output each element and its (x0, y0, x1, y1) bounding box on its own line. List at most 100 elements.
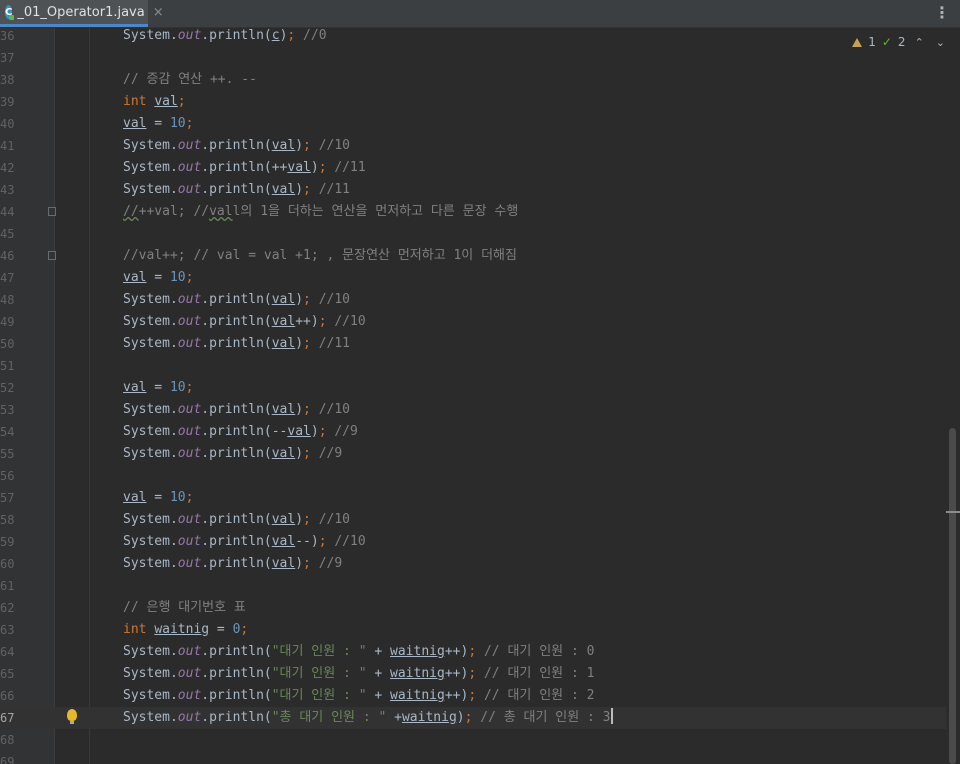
line-number[interactable]: 47 (0, 267, 14, 289)
line-number[interactable]: 40 (0, 113, 14, 135)
code-text[interactable]: System.out.println("대기 인원 : " + waitnig+… (123, 685, 594, 707)
code-line[interactable]: 39 int val; (0, 91, 946, 113)
code-text[interactable]: System.out.println(val); //10 (123, 289, 350, 311)
line-number[interactable]: 66 (0, 685, 14, 707)
code-line[interactable]: 65 System.out.println("대기 인원 : " + waitni… (0, 663, 946, 685)
line-number[interactable]: 43 (0, 179, 14, 201)
previous-highlight-icon[interactable]: ⌃ (912, 36, 927, 49)
line-number[interactable]: 57 (0, 487, 14, 509)
code-line[interactable]: 55 System.out.println(val); //9 (0, 443, 946, 465)
code-line[interactable]: 51 (0, 355, 946, 377)
vertical-scrollbar-thumb[interactable] (949, 428, 956, 764)
code-text[interactable]: val = 10; (123, 377, 193, 399)
lightbulb-icon[interactable] (67, 709, 77, 724)
line-number[interactable]: 64 (0, 641, 14, 663)
code-text[interactable]: System.out.println("대기 인원 : " + waitnig+… (123, 663, 594, 685)
code-text[interactable]: System.out.println(++val); //11 (123, 157, 366, 179)
code-text[interactable]: System.out.println(--val); //9 (123, 421, 358, 443)
code-text[interactable]: int val; (123, 91, 186, 113)
line-number[interactable]: 39 (0, 91, 14, 113)
line-number[interactable]: 41 (0, 135, 14, 157)
code-line[interactable]: 53 System.out.println(val); //10 (0, 399, 946, 421)
code-line[interactable]: 43 System.out.println(val); //11 (0, 179, 946, 201)
line-number[interactable]: 46 (0, 245, 14, 267)
line-number[interactable]: 60 (0, 553, 14, 575)
code-text[interactable]: System.out.println(c); //0 (123, 28, 327, 47)
line-number[interactable]: 36 (0, 28, 14, 47)
line-number[interactable]: 68 (0, 729, 14, 751)
code-line[interactable]: 47 val = 10; (0, 267, 946, 289)
line-number[interactable]: 55 (0, 443, 14, 465)
code-line[interactable]: 52 val = 10; (0, 377, 946, 399)
line-number[interactable]: 63 (0, 619, 14, 641)
code-line[interactable]: 45 (0, 223, 946, 245)
code-text[interactable]: //val++; // val = val +1; , 문장연산 먼저하고 1이… (123, 245, 517, 267)
next-highlight-icon[interactable]: ⌄ (933, 36, 948, 49)
code-line[interactable]: 57 val = 10; (0, 487, 946, 509)
line-number[interactable]: 53 (0, 399, 14, 421)
line-number[interactable]: 54 (0, 421, 14, 443)
code-line[interactable]: 38 // 증감 연산 ++. -- (0, 69, 946, 91)
line-number[interactable]: 56 (0, 465, 14, 487)
line-number[interactable]: 58 (0, 509, 14, 531)
code-line[interactable]: 60 System.out.println(val); //9 (0, 553, 946, 575)
code-line[interactable]: 69 (0, 751, 946, 764)
code-line[interactable]: 54 System.out.println(--val); //9 (0, 421, 946, 443)
code-line[interactable]: 50 System.out.println(val); //11 (0, 333, 946, 355)
code-line[interactable]: 63 int waitnig = 0; (0, 619, 946, 641)
code-editor[interactable]: 36 System.out.println(c); //0 37 38 // 증감 연산… (0, 28, 960, 764)
line-number[interactable]: 42 (0, 157, 14, 179)
line-number[interactable]: 65 (0, 663, 14, 685)
more-actions-icon[interactable]: ⋮ (934, 4, 950, 22)
code-line[interactable]: 59 System.out.println(val--); //10 (0, 531, 946, 553)
line-number[interactable]: 67 (0, 707, 14, 729)
line-number[interactable]: 50 (0, 333, 14, 355)
code-text[interactable]: val = 10; (123, 113, 193, 135)
close-tab-icon[interactable]: × (153, 5, 164, 20)
line-number[interactable]: 61 (0, 575, 14, 597)
line-number[interactable]: 59 (0, 531, 14, 553)
code-line[interactable]: 36 System.out.println(c); //0 (0, 28, 946, 47)
code-line[interactable]: 67 System.out.println("총 대기 인원 : " +waitn… (0, 707, 946, 729)
fold-marker-icon[interactable] (48, 251, 56, 260)
code-line[interactable]: 41 System.out.println(val); //10 (0, 135, 946, 157)
code-line[interactable]: 68 (0, 729, 946, 751)
inspection-widget[interactable]: 1 ✓ 2 ⌃ ⌄ (852, 34, 948, 50)
line-number[interactable]: 44 (0, 201, 14, 223)
code-line[interactable]: 46 //val++; // val = val +1; , 문장연산 먼저하고 … (0, 245, 946, 267)
code-text[interactable]: System.out.println(val); //10 (123, 509, 350, 531)
code-line[interactable]: 48 System.out.println(val); //10 (0, 289, 946, 311)
code-line[interactable]: 42 System.out.println(++val); //11 (0, 157, 946, 179)
code-text[interactable]: // 은행 대기번호 표 (123, 597, 246, 619)
line-number[interactable]: 52 (0, 377, 14, 399)
code-line[interactable]: 61 (0, 575, 946, 597)
code-text[interactable]: System.out.println(val); //11 (123, 333, 350, 355)
code-text[interactable]: int waitnig = 0; (123, 619, 248, 641)
code-text[interactable]: System.out.println(val); //9 (123, 553, 342, 575)
code-line[interactable]: 62 // 은행 대기번호 표 (0, 597, 946, 619)
code-line[interactable]: 64 System.out.println("대기 인원 : " + waitni… (0, 641, 946, 663)
code-text[interactable]: System.out.println(val--); //10 (123, 531, 366, 553)
code-text[interactable]: //++val; //vall의 1을 더하는 연산을 먼저하고 다른 문장 수… (123, 201, 518, 223)
code-text[interactable]: System.out.println(val); //9 (123, 443, 342, 465)
line-number[interactable]: 45 (0, 223, 14, 245)
code-line[interactable]: 44 //++val; //vall의 1을 더하는 연산을 먼저하고 다른 문장… (0, 201, 946, 223)
code-text[interactable]: System.out.println(val); //10 (123, 399, 350, 421)
line-number[interactable]: 62 (0, 597, 14, 619)
line-number[interactable]: 37 (0, 47, 14, 69)
line-number[interactable]: 48 (0, 289, 14, 311)
file-tab[interactable]: C _01_Operator1.java × (0, 0, 164, 27)
code-text[interactable]: System.out.println(val); //10 (123, 135, 350, 157)
fold-marker-icon[interactable] (48, 207, 56, 216)
code-line[interactable]: 66 System.out.println("대기 인원 : " + waitni… (0, 685, 946, 707)
code-line[interactable]: 58 System.out.println(val); //10 (0, 509, 946, 531)
code-text[interactable]: val = 10; (123, 487, 193, 509)
code-text[interactable]: System.out.println(val++); //10 (123, 311, 366, 333)
code-text[interactable]: // 증감 연산 ++. -- (123, 69, 257, 91)
line-number[interactable]: 51 (0, 355, 14, 377)
code-text[interactable]: System.out.println("총 대기 인원 : " +waitnig… (123, 707, 613, 729)
code-line[interactable]: 56 (0, 465, 946, 487)
code-text[interactable]: System.out.println(val); //11 (123, 179, 350, 201)
code-text[interactable]: val = 10; (123, 267, 193, 289)
code-line[interactable]: 40 val = 10; (0, 113, 946, 135)
